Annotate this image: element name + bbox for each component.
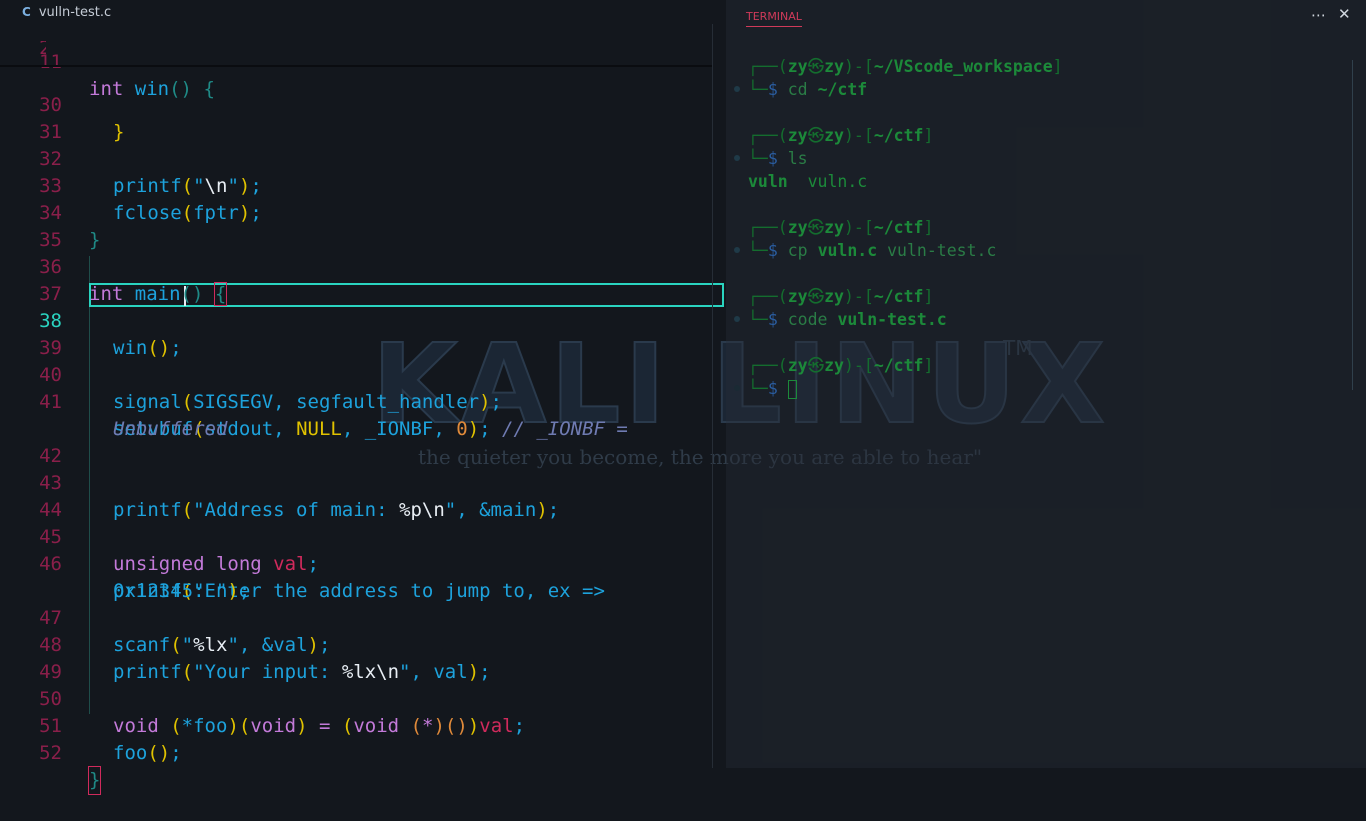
ls-output: vuln vuln.c <box>748 172 868 191</box>
code-line[interactable]: 33 fclose(fptr); <box>0 146 262 224</box>
code-line[interactable]: 36 int main() { <box>0 227 228 306</box>
code-text: int main() { <box>89 282 228 306</box>
prompt-header: ┌──(zy㉿zy)-[~/ctf] <box>748 356 934 375</box>
code-line[interactable]: 30 } <box>0 65 124 143</box>
code-line[interactable]: 50 void (*foo)(void) = (void (*)())val; <box>0 659 525 737</box>
prompt-header: ┌──(zy㉿zy)-[~/ctf] <box>748 218 934 237</box>
code-line-wrap[interactable]: 0x12345: "); <box>0 551 250 602</box>
prompt-command: └─$ ls <box>748 149 808 168</box>
code-line[interactable]: 46 printf("Enter the address to jump to,… <box>0 524 605 602</box>
code-text: scanf("%lx", &val); <box>113 634 331 656</box>
editor-tab[interactable]: C vulln-test.c <box>0 0 111 24</box>
code-line[interactable]: 37 <box>0 254 62 305</box>
code-text: void (*foo)(void) = (void (*)())val; <box>113 715 526 737</box>
prompt-command: └─$ code vuln-test.c <box>748 310 947 329</box>
terminal-scrollbar[interactable] <box>1352 60 1363 390</box>
command-decoration-icon[interactable] <box>734 385 740 391</box>
prompt-input-line[interactable]: └─$ <box>748 377 797 400</box>
code-line[interactable]: 44 <box>0 470 62 521</box>
line-number: 27 <box>39 41 46 59</box>
editor-tab-title: vulln-test.c <box>38 4 112 20</box>
code-editor[interactable]: C vulln-test.c 11 int win() { 27 { 30 } … <box>0 0 724 795</box>
code-text: } <box>113 121 125 143</box>
code-line[interactable]: 39 <box>0 308 62 359</box>
prompt-command: └─$ cd ~/ctf <box>748 80 868 99</box>
command-decoration-icon[interactable] <box>734 316 740 322</box>
code-text: win(); <box>113 337 182 359</box>
code-text: printf("Address of main: %p\n", &main); <box>113 499 560 521</box>
prompt-header: ┌──(zy㉿zy)-[~/ctf] <box>748 287 934 306</box>
code-line[interactable]: 45 unsigned long val; <box>0 497 319 575</box>
code-text: unsigned long val; <box>113 553 319 575</box>
code-line[interactable]: 41 setvbuf(stdout, NULL, _IONBF, 0); // … <box>0 362 628 440</box>
code-line[interactable]: 35 <box>0 200 62 251</box>
code-line[interactable]: 42 <box>0 416 62 467</box>
tab-terminal[interactable]: TERMINAL <box>746 10 802 27</box>
code-line[interactable]: 47 scanf("%lx", &val); <box>0 578 330 656</box>
more-actions-icon[interactable]: ⋯ <box>1311 6 1326 24</box>
line-number: 52 <box>39 742 62 764</box>
command-decoration-icon[interactable] <box>734 247 740 253</box>
c-file-icon: C <box>22 5 31 19</box>
code-text: Unbuffered <box>113 418 228 440</box>
prompt-header: ┌──(zy㉿zy)-[~/VScode_workspace] <box>748 57 1063 76</box>
code-line[interactable]: 34 } <box>0 173 100 251</box>
code-text: 0x12345: "); <box>113 580 251 602</box>
command-decoration-icon[interactable] <box>734 86 740 92</box>
code-text: printf("Your input: %lx\n", val); <box>113 661 491 683</box>
code-text: int win() { <box>89 78 215 100</box>
prompt-header: ┌──(zy㉿zy)-[~/ctf] <box>748 126 934 145</box>
code-text: foo(); <box>113 742 182 764</box>
code-line-active[interactable]: 38 win(); <box>0 281 182 359</box>
panel-divider[interactable] <box>712 24 713 768</box>
close-icon[interactable]: ✕ <box>1338 5 1351 23</box>
code-line[interactable]: 51 foo(); <box>0 686 182 764</box>
code-text: fclose(fptr); <box>113 202 262 224</box>
code-text: } <box>89 229 101 251</box>
code-line-wrap[interactable]: Unbuffered <box>0 389 227 440</box>
prompt-command: └─$ cp vuln.c vuln-test.c <box>748 241 997 260</box>
terminal-cursor <box>787 380 797 399</box>
code-text: } <box>87 766 102 795</box>
code-text: signal(SIGSEGV, segfault_handler); <box>113 391 502 413</box>
code-line[interactable]: 49 <box>0 632 62 683</box>
sticky-scroll-divider <box>0 65 712 67</box>
code-line[interactable]: 43 printf("Address of main: %p\n", &main… <box>0 443 559 521</box>
code-line[interactable]: 31 <box>0 92 62 143</box>
code-text: printf("\n"); <box>113 175 262 197</box>
code-line[interactable]: 32 printf("\n"); <box>0 119 262 197</box>
indent-guide <box>89 256 90 714</box>
code-line[interactable]: 48 printf("Your input: %lx\n", val); <box>0 605 490 683</box>
terminal-panel[interactable]: TERMINAL ⋯ ✕ ┌──(zy㉿zy)-[~/VScode_worksp… <box>726 0 1366 768</box>
code-line[interactable]: 40 signal(SIGSEGV, segfault_handler); <box>0 335 502 413</box>
code-line[interactable]: 52 } <box>0 713 102 795</box>
sticky-scroll-partial: 27 { <box>0 41 46 59</box>
command-decoration-icon[interactable] <box>734 155 740 161</box>
